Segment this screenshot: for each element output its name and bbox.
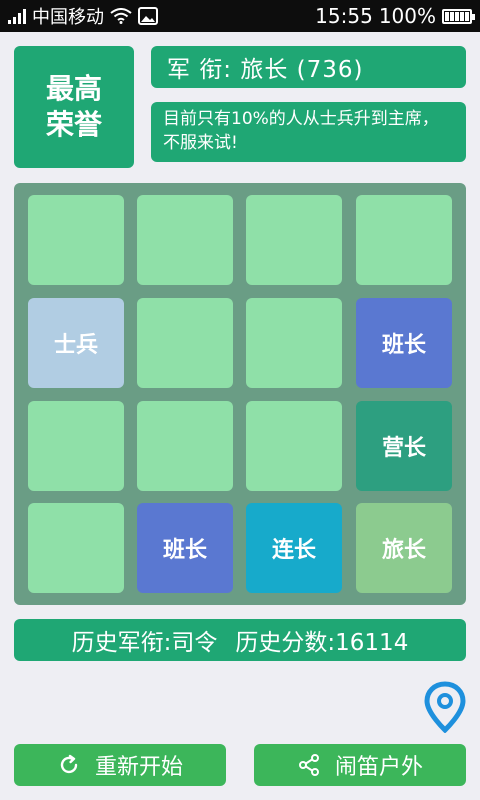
empty-cell (246, 195, 342, 285)
empty-cell (356, 195, 452, 285)
share-button[interactable]: 闹笛户外 (254, 744, 466, 786)
restart-label: 重新开始 (94, 755, 183, 780)
share-label: 闹笛户外 (334, 755, 423, 780)
battery-icon (442, 8, 475, 24)
challenge-message: 目前只有10%的人从士兵升到主席，不服来试! (151, 102, 466, 162)
empty-cell (137, 298, 233, 388)
tile-label: 营长 (381, 436, 426, 461)
restart-button[interactable]: 重新开始 (14, 744, 226, 786)
gallery-icon (138, 7, 158, 25)
honor-line-1: 最高 (45, 72, 102, 105)
empty-cell (137, 195, 233, 285)
current-rank: 军 衔: 旅长 (736) (151, 46, 466, 88)
carrier-name: 中国移动 (32, 7, 104, 28)
wifi-icon (110, 8, 132, 24)
history-rank: 历史军衔:司令 (71, 630, 218, 656)
tile-r3-c4: 营长 (356, 401, 452, 491)
status-time: 15:55 (315, 4, 373, 28)
empty-cell (246, 401, 342, 491)
highest-honor-badge[interactable]: 最高 荣誉 (14, 46, 134, 168)
location-pin-icon[interactable] (421, 681, 469, 733)
empty-cell (246, 298, 342, 388)
share-icon (298, 754, 319, 776)
empty-cell (137, 401, 233, 491)
tile-label: 士兵 (53, 333, 98, 358)
signal-icon (8, 8, 26, 24)
tile-label: 班长 (162, 538, 207, 563)
tile-r4-c2: 班长 (137, 503, 233, 593)
history-score: 历史分数:16114 (235, 630, 409, 656)
refresh-icon (60, 754, 78, 774)
status-bar: 中国移动 15:55 100% (0, 0, 480, 32)
honor-line-2: 荣誉 (45, 108, 102, 141)
tile-r4-c4: 旅长 (356, 503, 452, 593)
history-record: 历史军衔:司令 历史分数:16114 (14, 619, 466, 661)
empty-cell (28, 195, 124, 285)
game-board[interactable]: 士兵 班长 营长 班长 连长 旅长 (14, 183, 466, 605)
empty-cell (28, 401, 124, 491)
tile-label: 班长 (381, 333, 426, 358)
battery-percent: 100% (378, 4, 436, 28)
tile-label: 旅长 (381, 538, 426, 563)
tile-r2-c1: 士兵 (28, 298, 124, 388)
tile-label: 连长 (271, 538, 316, 563)
empty-cell (28, 503, 124, 593)
tile-r2-c4: 班长 (356, 298, 452, 388)
tile-r4-c3: 连长 (246, 503, 342, 593)
